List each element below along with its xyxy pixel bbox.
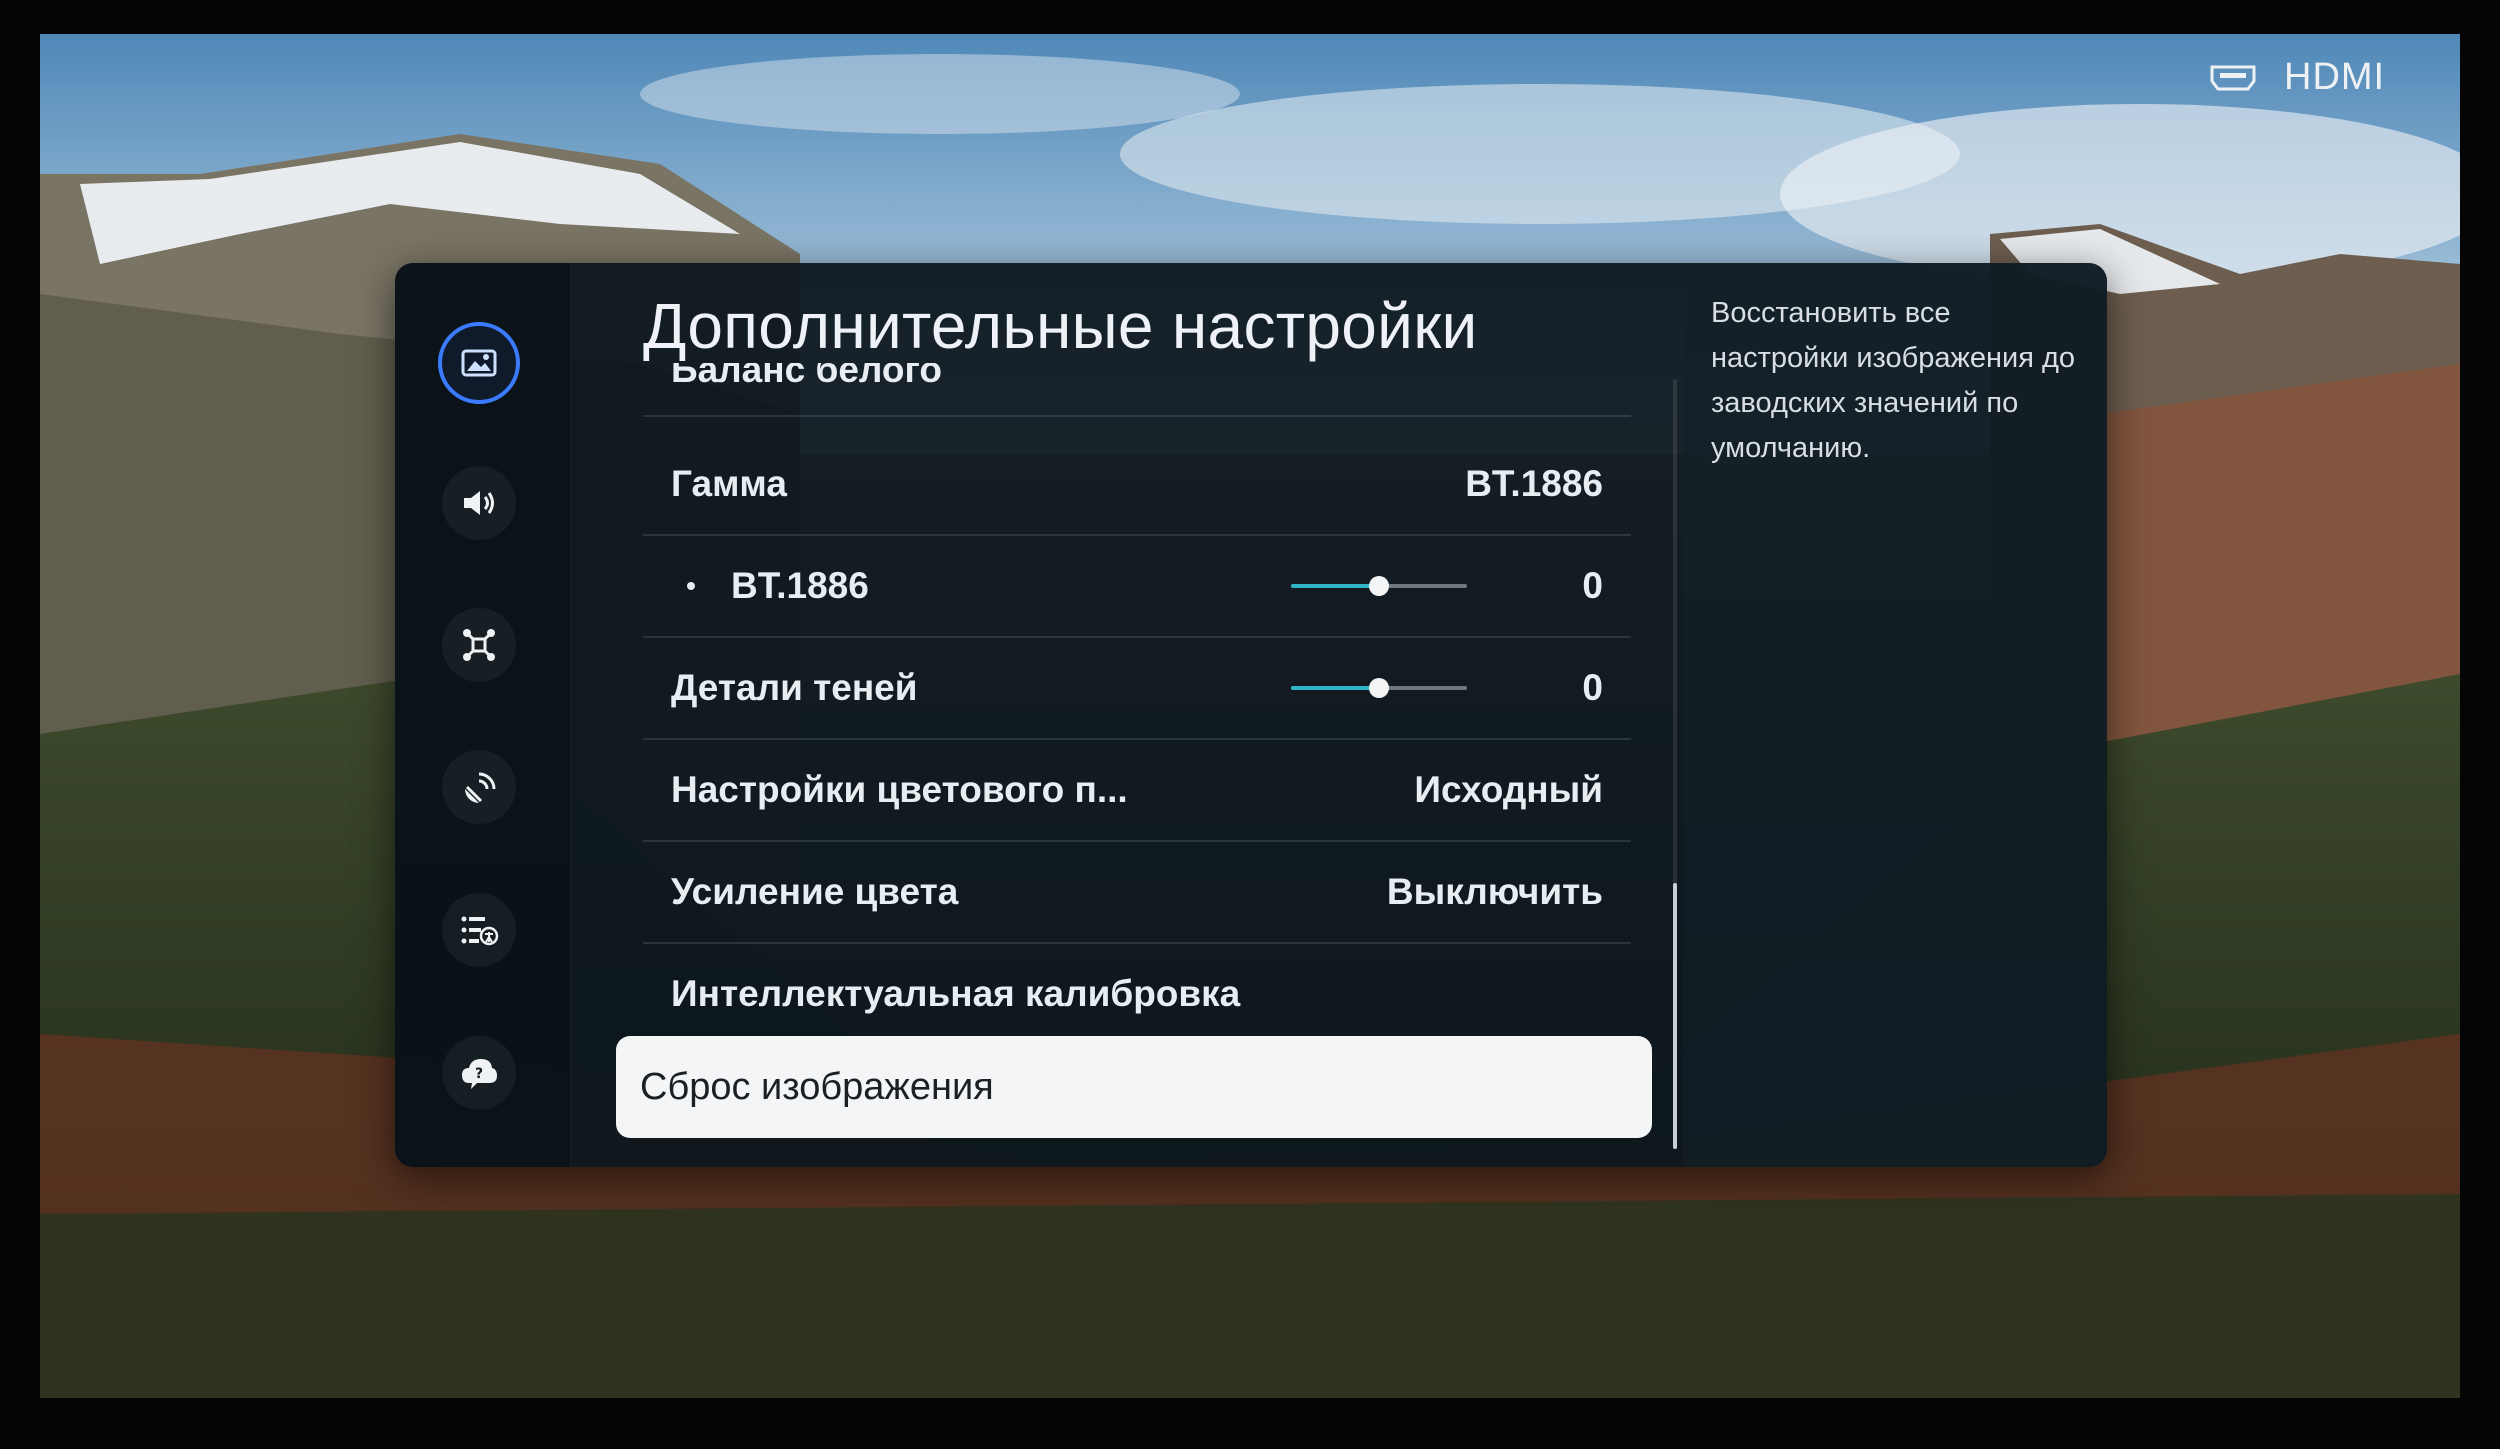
- slider-knob[interactable]: [1369, 678, 1389, 698]
- svg-text:?: ?: [475, 1066, 483, 1082]
- nav-sound[interactable]: [442, 466, 516, 540]
- description-pane: Восстановить все настройки изображения д…: [1683, 263, 2107, 1167]
- list-item-bt1886[interactable]: BT.1886 0: [643, 536, 1631, 638]
- connection-icon: [463, 629, 495, 661]
- scrollbar[interactable]: [1673, 379, 1677, 1149]
- bt1886-label: BT.1886: [731, 565, 869, 606]
- shadow-detail-label: Детали теней: [671, 667, 918, 708]
- scrollbar-thumb[interactable]: [1673, 883, 1677, 1149]
- shadow-detail-value: 0: [1582, 667, 1603, 708]
- white-balance-label: Баланс белого: [671, 363, 943, 390]
- slider-fill: [1291, 584, 1379, 588]
- list-item-color-space[interactable]: Настройки цветового п... Исходный: [643, 740, 1631, 842]
- picture-icon: [461, 349, 497, 377]
- gamma-label: Гамма: [671, 463, 787, 504]
- settings-panel: ? Дополнительные настройки Баланс белого…: [395, 263, 2107, 1167]
- support-icon: ?: [462, 1059, 497, 1089]
- nav-broadcast[interactable]: [442, 750, 516, 824]
- description-text: Восстановить все настройки изображения д…: [1711, 297, 2076, 464]
- side-navigation: ?: [395, 263, 572, 1167]
- list-item-color-boost[interactable]: Усиление цвета Выключить: [643, 842, 1631, 944]
- general-icon: [461, 916, 499, 946]
- bt1886-slider[interactable]: [1291, 576, 1467, 596]
- page-title: Дополнительные настройки: [643, 290, 1478, 362]
- list-item-smart-calibration[interactable]: Интеллектуальная калибровка: [643, 944, 1631, 1044]
- reset-picture-label: Сброс изображения: [640, 1065, 994, 1108]
- color-boost-value: Выключить: [1386, 871, 1603, 912]
- color-space-label: Настройки цветового п...: [671, 769, 1128, 810]
- color-boost-label: Усиление цвета: [671, 871, 959, 912]
- sound-icon: [464, 491, 494, 515]
- broadcast-icon: [465, 772, 496, 803]
- list-item-gamma[interactable]: Гамма BT.1886: [643, 434, 1631, 536]
- reset-picture-button[interactable]: Сброс изображения: [616, 1036, 1652, 1138]
- list-item-shadow-detail[interactable]: Детали теней 0: [643, 638, 1631, 740]
- source-label: HDMI: [2284, 56, 2386, 98]
- hdmi-port-icon: [2210, 65, 2256, 90]
- source-indicator: HDMI: [2210, 56, 2385, 99]
- nav-picture[interactable]: [438, 322, 520, 404]
- color-space-value: Исходный: [1414, 769, 1603, 810]
- shadow-detail-slider[interactable]: [1291, 678, 1467, 698]
- gamma-value: BT.1886: [1465, 463, 1603, 504]
- settings-list: Баланс белого Гамма BT.1886 BT.1886 0 Де…: [643, 263, 1631, 1167]
- nav-general[interactable]: [442, 893, 516, 967]
- nav-connection[interactable]: [442, 608, 516, 682]
- nav-support[interactable]: ?: [442, 1036, 516, 1110]
- slider-fill: [1291, 686, 1379, 690]
- list-item-white-balance[interactable]: Баланс белого: [643, 363, 1631, 417]
- bullet-icon: [687, 582, 695, 590]
- smart-calibration-label: Интеллектуальная калибровка: [671, 973, 1241, 1014]
- slider-knob[interactable]: [1369, 576, 1389, 596]
- bt1886-value: 0: [1582, 565, 1603, 606]
